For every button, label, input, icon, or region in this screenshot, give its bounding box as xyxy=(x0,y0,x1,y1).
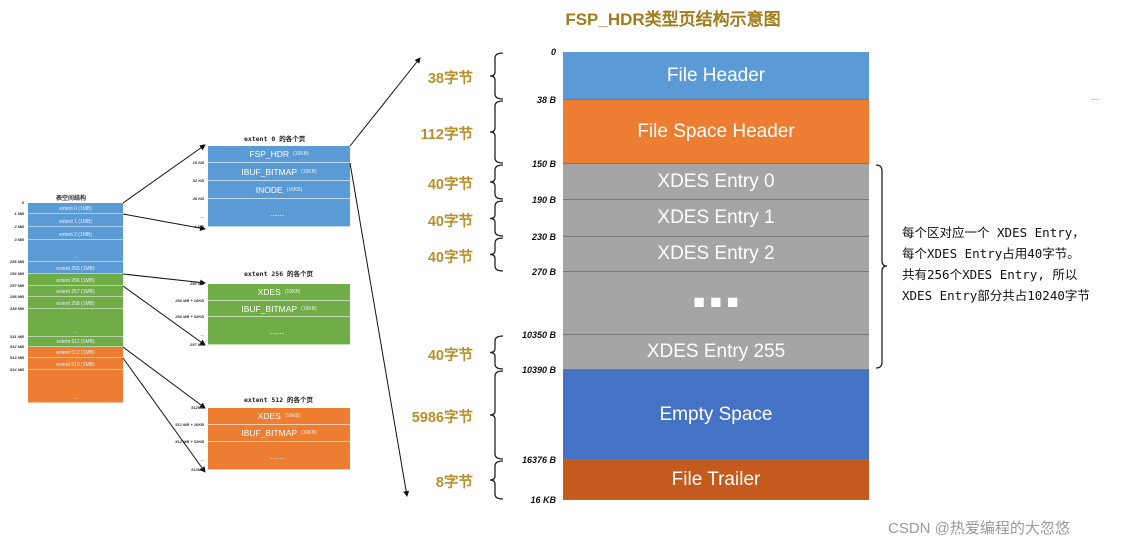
bracket-brace xyxy=(489,237,504,272)
connector-arrow xyxy=(122,285,206,346)
connector-arrow xyxy=(122,346,206,409)
bracket-brace xyxy=(489,200,504,237)
connector-arrow xyxy=(349,57,421,147)
connector-arrow xyxy=(122,144,206,204)
bracket-brace xyxy=(489,52,504,100)
bracket-brace xyxy=(489,335,504,370)
connector-arrow xyxy=(122,357,206,473)
bracket-brace xyxy=(489,164,504,200)
bracket-brace xyxy=(489,370,504,460)
connectors xyxy=(122,52,888,500)
bracket-brace xyxy=(489,460,504,500)
xdes-group-brace xyxy=(875,164,888,369)
bracket-brace xyxy=(489,100,504,164)
connector-arrow xyxy=(349,162,410,497)
connector-arrow xyxy=(122,273,206,286)
connector-arrow xyxy=(122,213,206,232)
